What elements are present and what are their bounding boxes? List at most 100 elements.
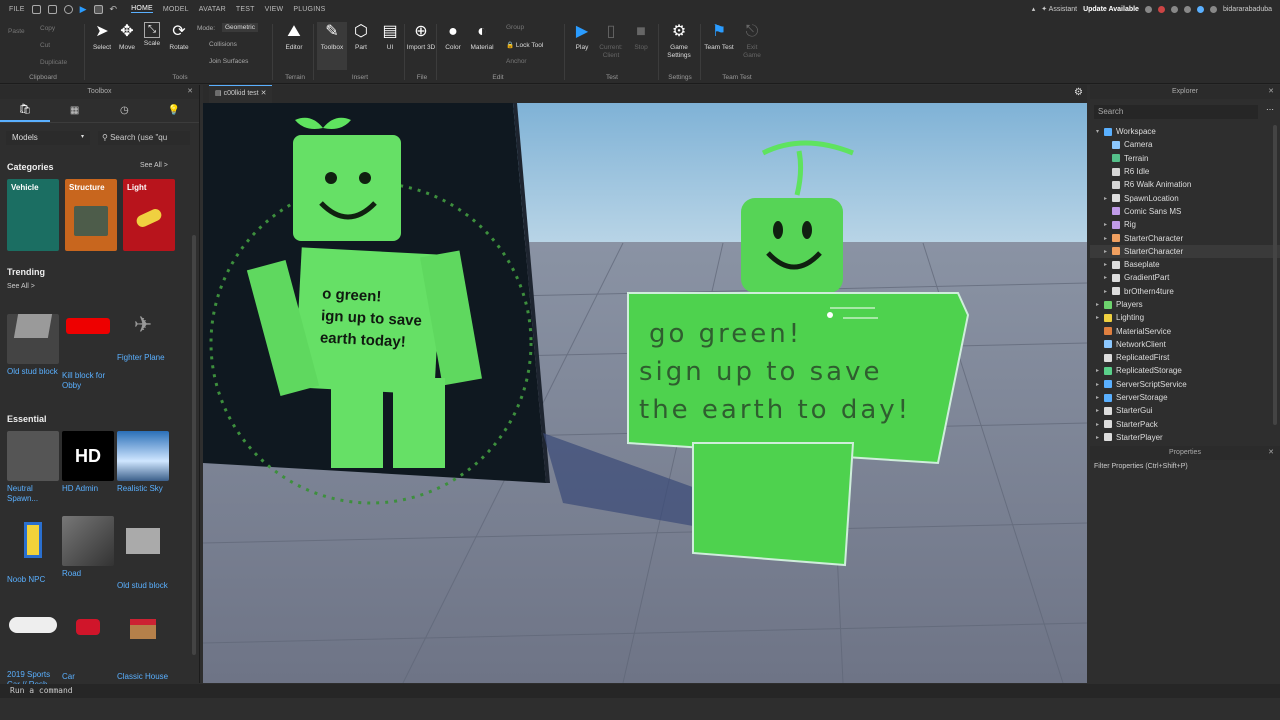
- help-icon[interactable]: [1209, 5, 1217, 13]
- explorer-item[interactable]: ReplicatedFirst: [1090, 351, 1280, 364]
- toolbox-item[interactable]: Old stud block: [7, 300, 59, 377]
- explorer-item[interactable]: ▸ ReplicatedStorage: [1090, 364, 1280, 377]
- scale-button[interactable]: ⤡ Scale: [137, 22, 167, 48]
- toolbox-item[interactable]: HD HD Admin: [62, 431, 114, 494]
- expand-arrow-icon[interactable]: ▸: [1096, 367, 1104, 374]
- explorer-item[interactable]: ▸ StarterCharacter: [1090, 244, 1280, 258]
- explorer-item[interactable]: NetworkClient: [1090, 338, 1280, 351]
- sync-icon[interactable]: [1144, 5, 1152, 13]
- tab-home[interactable]: HOME: [131, 5, 153, 13]
- redo-icon[interactable]: [63, 4, 73, 14]
- gear-icon[interactable]: ⚙: [1074, 87, 1083, 98]
- collisions-toggle[interactable]: Collisions: [209, 41, 237, 48]
- avatar[interactable]: [1157, 5, 1165, 13]
- tab-avatar[interactable]: AVATAR: [199, 6, 226, 13]
- tab-view[interactable]: VIEW: [265, 6, 284, 13]
- explorer-item[interactable]: ▸ StarterPack: [1090, 418, 1280, 431]
- anchor-button[interactable]: Anchor: [506, 58, 527, 65]
- terrain-editor-button[interactable]: ⛰ Editor: [279, 22, 309, 52]
- current-client-button[interactable]: ▯ Current: Client: [596, 22, 626, 60]
- trending-see-all[interactable]: See All >: [7, 283, 35, 290]
- category-vehicle[interactable]: Vehicle: [7, 179, 59, 251]
- tab-c00lkid-test[interactable]: ▤ c00lkid test ✕: [209, 85, 273, 103]
- expand-arrow-icon[interactable]: ▸: [1096, 381, 1104, 388]
- expand-arrow-icon[interactable]: ▸: [1096, 301, 1104, 308]
- more-icon[interactable]: ⋯: [1266, 105, 1274, 114]
- share-icon[interactable]: [1183, 5, 1191, 13]
- tab-creations[interactable]: 💡: [149, 99, 199, 122]
- close-icon[interactable]: ✕: [261, 90, 267, 97]
- tab-inventory[interactable]: ▦: [50, 99, 100, 122]
- lock-tool-button[interactable]: 🔒 Lock Tool: [506, 41, 543, 49]
- expand-arrow-icon[interactable]: ▸: [1096, 394, 1104, 401]
- command-bar[interactable]: Run a command: [0, 684, 1280, 698]
- expand-arrow-icon[interactable]: ▸: [1096, 421, 1104, 428]
- part-button[interactable]: ⬡ Part: [346, 22, 376, 52]
- username[interactable]: bidararabaduba: [1223, 6, 1272, 13]
- toolbox-item[interactable]: Classic House: [117, 601, 169, 682]
- explorer-item[interactable]: MaterialService: [1090, 324, 1280, 337]
- file-menu[interactable]: FILE: [9, 6, 25, 13]
- close-icon[interactable]: ✕: [187, 85, 193, 99]
- stop-button[interactable]: ■ Stop: [626, 22, 656, 52]
- import-3d-button[interactable]: ⊕ Import 3D: [406, 22, 436, 52]
- collapse-icon[interactable]: ▴: [1032, 5, 1036, 13]
- expand-arrow-icon[interactable]: ▸: [1096, 314, 1104, 321]
- expand-arrow-icon[interactable]: ▸: [1096, 407, 1104, 414]
- category-light[interactable]: Light: [123, 179, 175, 251]
- tab-test[interactable]: TEST: [236, 6, 255, 13]
- paste-button[interactable]: Paste: [8, 28, 25, 35]
- explorer-item[interactable]: R6 Idle: [1090, 165, 1280, 178]
- search-input[interactable]: ⚲ Search (use "qu: [98, 131, 190, 145]
- cloud-icon[interactable]: [1196, 5, 1204, 13]
- category-dropdown[interactable]: Models ▾: [6, 131, 90, 145]
- color-button[interactable]: ● Color: [438, 22, 468, 52]
- material-button[interactable]: ◐ Material: [467, 22, 497, 52]
- toolbox-item[interactable]: Noob NPC: [7, 516, 59, 585]
- explorer-item[interactable]: Camera: [1090, 138, 1280, 151]
- explorer-item[interactable]: ▸ Rig: [1090, 218, 1280, 231]
- categories-see-all[interactable]: See All >: [140, 162, 168, 169]
- expand-arrow-icon[interactable]: ▸: [1104, 221, 1112, 228]
- exit-game-button[interactable]: ⎋ Exit Game: [737, 22, 767, 60]
- explorer-item[interactable]: ▸ GradientPart: [1090, 271, 1280, 284]
- duplicate-button[interactable]: Duplicate: [40, 59, 67, 66]
- scrollbar[interactable]: [1273, 125, 1277, 425]
- assistant-button[interactable]: ✦ Assistant: [1041, 5, 1077, 13]
- explorer-item[interactable]: Comic Sans MS: [1090, 205, 1280, 218]
- toolbox-item[interactable]: Kill block for Obby: [62, 300, 114, 391]
- play-button[interactable]: ▶ Play: [567, 22, 597, 52]
- toolbox-item[interactable]: Car: [62, 601, 114, 682]
- close-icon[interactable]: ✕: [1268, 85, 1274, 99]
- explorer-item[interactable]: ▸ SpawnLocation: [1090, 191, 1280, 204]
- ui-button[interactable]: ▤ UI: [375, 22, 405, 52]
- expand-arrow-icon[interactable]: ▸: [1096, 434, 1104, 441]
- expand-arrow-icon[interactable]: ▸: [1104, 274, 1112, 281]
- toolbox-item[interactable]: Old stud block: [117, 516, 169, 591]
- expand-arrow-icon[interactable]: ▾: [1096, 128, 1104, 135]
- expand-arrow-icon[interactable]: ▸: [1104, 288, 1112, 295]
- publish-icon[interactable]: [47, 4, 57, 14]
- tab-recent[interactable]: ◷: [100, 99, 150, 122]
- 3d-viewport[interactable]: o green! ign up to save earth today! go …: [203, 103, 1087, 683]
- explorer-item[interactable]: ▸ ServerStorage: [1090, 391, 1280, 404]
- properties-filter[interactable]: Filter Properties (Ctrl+Shift+P): [1090, 460, 1280, 473]
- mode-dropdown[interactable]: Geometric: [222, 23, 258, 32]
- toolbox-item[interactable]: Neutral Spawn...: [7, 431, 59, 504]
- play-icon[interactable]: ▶: [80, 4, 87, 15]
- stop-icon[interactable]: [93, 4, 103, 14]
- copy-button[interactable]: Copy: [40, 25, 55, 32]
- expand-arrow-icon[interactable]: ▸: [1104, 248, 1112, 255]
- tab-model[interactable]: MODEL: [163, 6, 189, 13]
- explorer-item[interactable]: ▸ Players: [1090, 298, 1280, 311]
- expand-arrow-icon[interactable]: ▸: [1104, 235, 1112, 242]
- explorer-item[interactable]: Terrain: [1090, 152, 1280, 165]
- explorer-item[interactable]: ▸ ServerScriptService: [1090, 378, 1280, 391]
- scrollbar[interactable]: [192, 235, 196, 655]
- explorer-item[interactable]: ▸ StarterGui: [1090, 404, 1280, 417]
- explorer-item[interactable]: ▸ Lighting: [1090, 311, 1280, 324]
- explorer-search[interactable]: Search: [1094, 105, 1258, 119]
- join-surfaces-toggle[interactable]: Join Surfaces: [209, 58, 248, 65]
- toolbox-item[interactable]: 2019 Sports Car // Rosh: [7, 601, 59, 690]
- explorer-item[interactable]: R6 Walk Animation: [1090, 178, 1280, 191]
